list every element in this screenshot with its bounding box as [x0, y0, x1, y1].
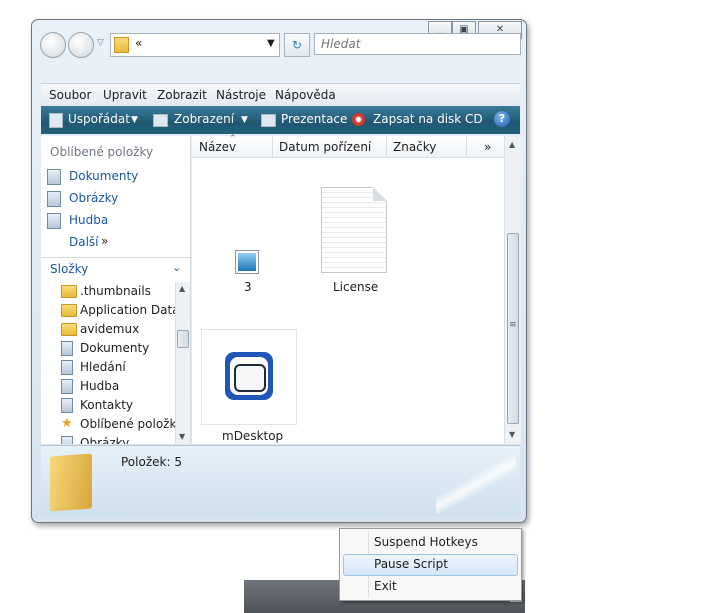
- folder-large-icon: [50, 453, 92, 512]
- help-icon[interactable]: ?: [494, 111, 510, 127]
- recent-pages-icon[interactable]: ▽: [97, 38, 104, 48]
- details-pane: Položek: 5: [41, 445, 520, 516]
- contacts-icon: [61, 398, 73, 413]
- favorites-header: Oblíbené položky: [50, 145, 154, 159]
- fav-music[interactable]: Hudba: [69, 213, 108, 227]
- menu-item-pause-script[interactable]: Pause Script: [374, 557, 448, 571]
- file-3-icon: [235, 250, 259, 274]
- tree-item[interactable]: Oblíbené položky: [80, 417, 175, 431]
- tray-context-menu: Suspend Hotkeys Pause Script Exit: [339, 528, 522, 601]
- license-document-icon: [321, 187, 387, 273]
- tree-item[interactable]: Hudba: [80, 379, 119, 393]
- file-name: License: [333, 280, 379, 294]
- folders-header-bar[interactable]: Složky ⌄: [41, 257, 190, 280]
- column-tags[interactable]: Značky: [393, 140, 436, 154]
- views-icon: [153, 114, 168, 127]
- address-dropdown-icon[interactable]: ▼: [267, 38, 275, 49]
- menu-soubor[interactable]: Soubor: [49, 88, 91, 102]
- burn-button[interactable]: Zapsat na disk CD: [373, 112, 483, 126]
- tree-item[interactable]: .thumbnails: [80, 284, 151, 298]
- music-icon: [47, 213, 61, 229]
- more-arrow-icon[interactable]: »: [101, 234, 108, 248]
- file-view-scrollbar[interactable]: ▲ ≡ ▼: [504, 136, 521, 444]
- file-name: 3: [244, 280, 252, 294]
- fav-pictures[interactable]: Obrázky: [69, 191, 118, 205]
- folders-header: Složky: [50, 262, 89, 276]
- fav-more[interactable]: Další: [69, 235, 99, 249]
- decorative-swoosh: [436, 454, 516, 514]
- file-item[interactable]: 3: [214, 245, 282, 297]
- menu-item-suspend-hotkeys[interactable]: Suspend Hotkeys: [374, 535, 478, 549]
- menu-bar: Soubor Upravit Zobrazit Nástroje Nápověd…: [41, 83, 520, 106]
- grip-icon: ≡: [509, 320, 517, 330]
- folder-tree: .thumbnails Application Data avidemux Do…: [41, 282, 175, 444]
- more-columns-icon[interactable]: »: [484, 140, 491, 154]
- menu-nastroje[interactable]: Nástroje: [216, 88, 266, 102]
- folder-icon: [61, 323, 77, 336]
- tree-item[interactable]: Hledání: [80, 360, 126, 374]
- folder-icon: [61, 304, 77, 317]
- views-button[interactable]: Zobrazení: [174, 112, 234, 126]
- chevron-down-icon[interactable]: ⌄: [172, 261, 181, 274]
- slideshow-icon: [261, 114, 276, 127]
- scroll-up-icon[interactable]: ▲: [179, 284, 185, 293]
- command-bar: Uspořádat ▼ Zobrazení ▼ Prezentace Zapsa…: [41, 106, 520, 134]
- menu-napoveda[interactable]: Nápověda: [275, 88, 336, 102]
- organize-dropdown-icon[interactable]: ▼: [131, 115, 138, 125]
- tree-item[interactable]: Obrázky: [80, 436, 129, 444]
- folder-tree-scrollbar[interactable]: ▲ ▼: [175, 282, 190, 444]
- slideshow-button[interactable]: Prezentace: [281, 112, 347, 126]
- tree-item[interactable]: Dokumenty: [80, 341, 149, 355]
- file-item[interactable]: License: [318, 185, 390, 297]
- tree-item[interactable]: avidemux: [80, 322, 139, 336]
- folder-icon: [61, 285, 77, 298]
- file-name: mDesktop: [222, 429, 284, 443]
- views-dropdown-icon[interactable]: ▼: [241, 115, 248, 125]
- back-button[interactable]: [40, 32, 66, 58]
- scrollbar-thumb[interactable]: [177, 330, 189, 348]
- file-item[interactable]: mDesktop: [201, 329, 297, 444]
- menu-upravit[interactable]: Upravit: [103, 88, 147, 102]
- menu-item-exit[interactable]: Exit: [374, 579, 397, 593]
- pictures-icon: [47, 191, 61, 207]
- documents-icon: [61, 341, 73, 356]
- refresh-icon[interactable]: ↻: [284, 33, 310, 57]
- organize-button[interactable]: Uspořádat: [68, 112, 130, 126]
- burn-disc-icon: [352, 113, 365, 126]
- forward-button[interactable]: [68, 32, 94, 58]
- tree-item[interactable]: Kontakty: [80, 398, 133, 412]
- scroll-down-icon[interactable]: ▼: [509, 430, 515, 439]
- menu-zobrazit[interactable]: Zobrazit: [157, 88, 207, 102]
- music-icon: [61, 379, 73, 394]
- pictures-icon: [61, 436, 73, 444]
- documents-icon: [47, 169, 61, 185]
- tree-item[interactable]: Application Data: [80, 303, 175, 317]
- mdesktop-app-icon: [225, 352, 273, 400]
- scroll-down-icon[interactable]: ▼: [179, 432, 185, 441]
- item-count: Položek: 5: [121, 455, 182, 469]
- address-text: «: [135, 36, 143, 50]
- scrollbar-thumb[interactable]: ≡: [507, 233, 519, 424]
- organize-icon: [49, 113, 63, 128]
- search-folder-icon: [61, 360, 73, 375]
- fav-documents[interactable]: Dokumenty: [69, 169, 138, 183]
- navigation-pane: Oblíbené položky Dokumenty Obrázky Hudba…: [41, 136, 191, 444]
- scroll-up-icon[interactable]: ▲: [509, 140, 515, 149]
- sort-arrow-icon: ⌃: [229, 134, 237, 144]
- column-date[interactable]: Datum pořízení: [279, 140, 371, 154]
- folder-icon: [114, 37, 129, 53]
- search-input[interactable]: [314, 33, 521, 55]
- column-header: Název ⌃ Datum pořízení Značky »: [192, 134, 504, 158]
- favorites-star-icon: ★: [61, 416, 73, 431]
- address-bar[interactable]: « ▼: [110, 33, 280, 57]
